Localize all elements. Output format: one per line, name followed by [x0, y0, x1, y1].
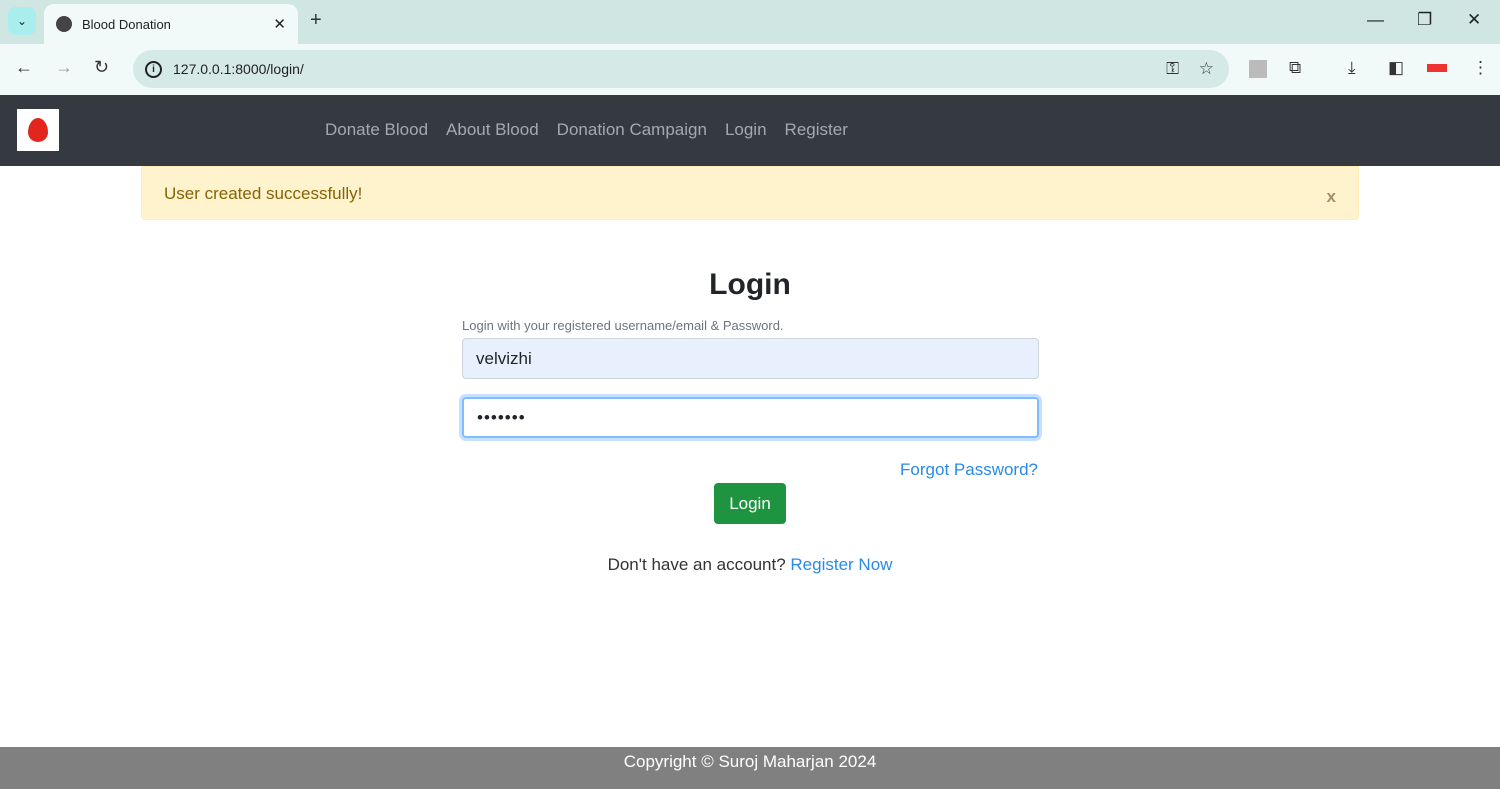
close-window-button[interactable]: ✕ [1467, 10, 1481, 30]
minimize-button[interactable]: — [1367, 10, 1384, 30]
nav-donation-campaign[interactable]: Donation Campaign [557, 120, 707, 140]
nav-donate-blood[interactable]: Donate Blood [325, 120, 428, 140]
footer: Copyright © Suroj Maharjan 2024 [0, 747, 1500, 789]
profile-extension-icon[interactable] [1249, 60, 1267, 78]
address-bar[interactable]: i 127.0.0.1:8000/login/ ⚿ ☆ [133, 50, 1229, 88]
back-button[interactable]: ← [15, 57, 33, 78]
register-prompt-text: Don't have an account? [607, 555, 786, 574]
forward-button[interactable]: → [55, 57, 73, 78]
star-icon[interactable]: ☆ [1199, 59, 1214, 79]
browser-tab[interactable]: Blood Donation ✕ [44, 4, 298, 44]
tab-title: Blood Donation [82, 16, 171, 32]
new-tab-button[interactable]: + [310, 9, 322, 32]
chevron-down-icon: ⌄ [16, 14, 28, 28]
site-navbar: Donate Blood About Blood Donation Campai… [0, 95, 1500, 166]
reload-button[interactable]: ↻ [94, 57, 109, 78]
register-prompt: Don't have an account? Register Now [0, 555, 1500, 575]
info-icon[interactable]: i [145, 60, 162, 78]
nav-login[interactable]: Login [725, 120, 767, 140]
password-input[interactable]: ••••••• [462, 397, 1039, 438]
recorder-extension-icon[interactable] [1427, 64, 1447, 72]
url-text: 127.0.0.1:8000/login/ [173, 61, 304, 77]
extensions-icon[interactable]: ⧉ [1289, 58, 1301, 78]
nav-register[interactable]: Register [785, 120, 848, 140]
restore-button[interactable]: ❐ [1417, 10, 1432, 30]
tab-strip: ⌄ Blood Donation ✕ + — ❐ ✕ [0, 0, 1500, 44]
globe-icon [56, 16, 72, 32]
login-hint: Login with your registered username/emai… [462, 318, 784, 333]
close-alert-button[interactable]: x [1327, 187, 1336, 207]
login-button[interactable]: Login [714, 483, 786, 524]
side-panel-icon[interactable]: ◧ [1388, 58, 1404, 78]
tab-search-button[interactable]: ⌄ [8, 7, 36, 35]
page-title: Login [709, 268, 791, 301]
blood-drop-logo[interactable] [17, 109, 59, 151]
nav-about-blood[interactable]: About Blood [446, 120, 539, 140]
success-alert: User created successfully! x [141, 166, 1359, 220]
username-input[interactable]: velvizhi [462, 338, 1039, 379]
close-tab-icon[interactable]: ✕ [273, 15, 286, 33]
menu-icon[interactable]: ⋮ [1472, 58, 1489, 78]
copyright-text: Copyright © Suroj Maharjan 2024 [623, 752, 877, 771]
browser-toolbar: ← → ↻ i 127.0.0.1:8000/login/ ⚿ ☆ ⧉ ⤓ ◧ … [0, 44, 1500, 95]
key-icon[interactable]: ⚿ [1166, 59, 1179, 79]
download-icon[interactable]: ⤓ [1348, 58, 1356, 78]
forgot-password-link[interactable]: Forgot Password? [900, 460, 1038, 480]
register-now-link[interactable]: Register Now [790, 555, 892, 574]
alert-message: User created successfully! [164, 184, 363, 203]
